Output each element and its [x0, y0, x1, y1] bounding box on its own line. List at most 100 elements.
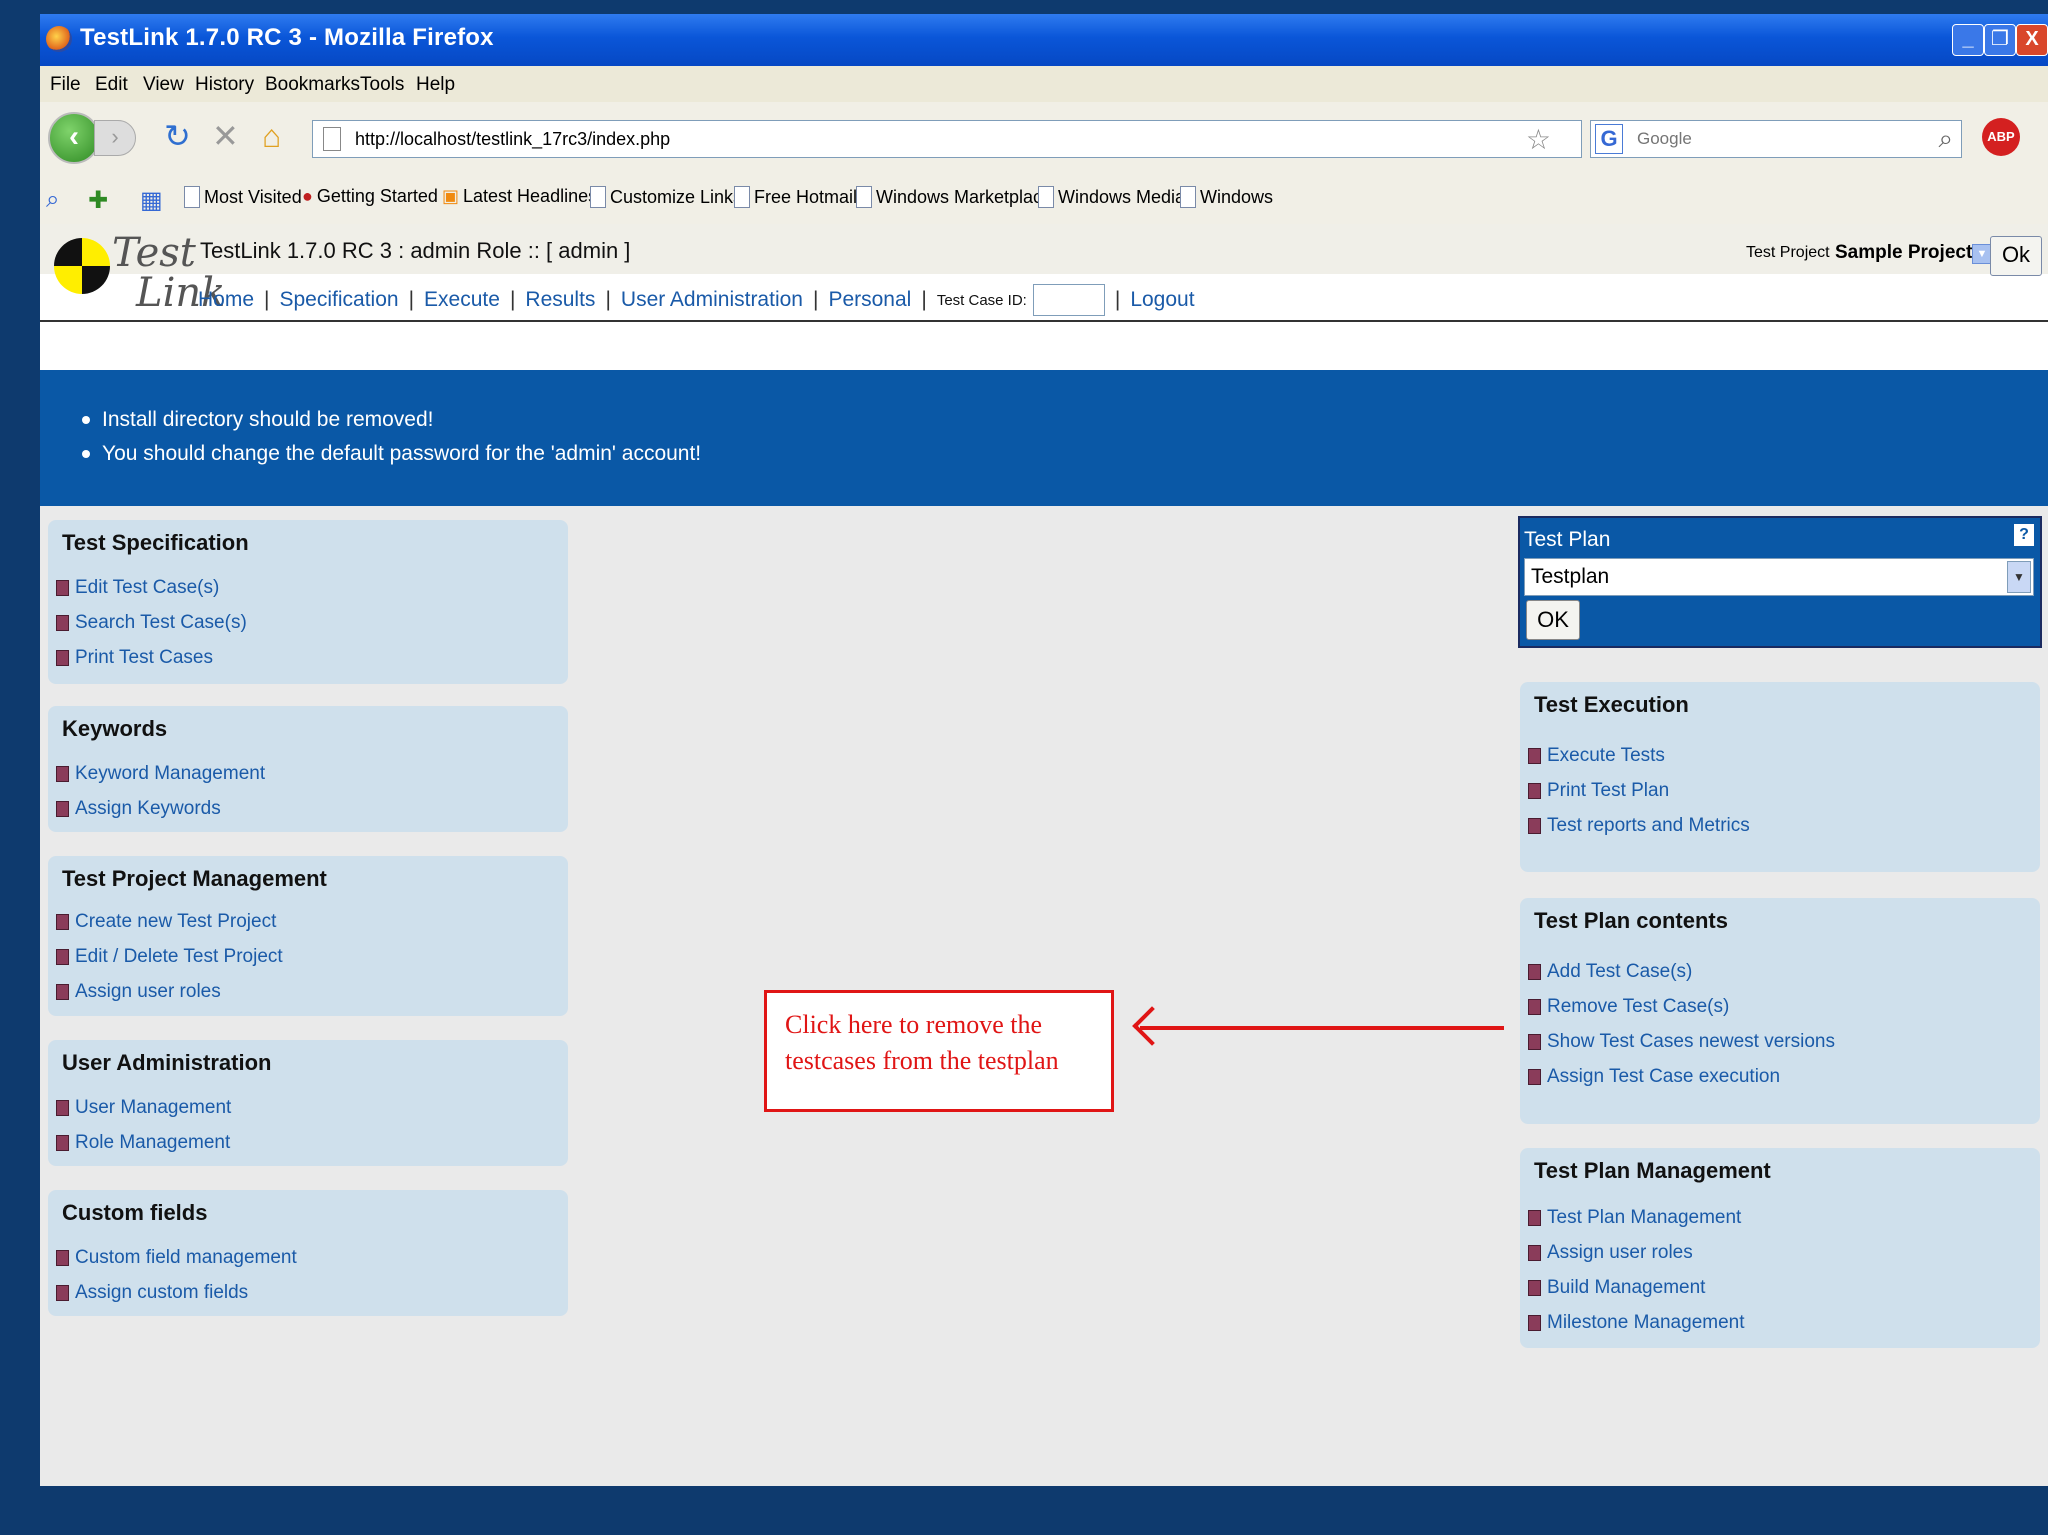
- testcase-id-label: Test Case ID:: [936, 291, 1027, 309]
- link-assign-test-case-execution[interactable]: Assign Test Case execution: [1528, 1059, 1835, 1094]
- link-assign-user-roles-plan[interactable]: Assign user roles: [1528, 1235, 1745, 1270]
- bookmark-getting-started[interactable]: ● Getting Started: [302, 186, 438, 207]
- link-test-plan-management[interactable]: Test Plan Management: [1528, 1200, 1745, 1235]
- nav-separator: |: [408, 288, 415, 311]
- callout-line-2: testcases from the testplan: [785, 1046, 1059, 1075]
- add-bookmark-icon[interactable]: ✚: [88, 186, 108, 215]
- main-nav: Home | Specification | Execute | Results | U…: [198, 284, 1195, 316]
- link-add-test-cases[interactable]: Add Test Case(s): [1528, 954, 1835, 989]
- stop-icon[interactable]: ✕: [212, 118, 239, 154]
- google-icon[interactable]: G: [1595, 124, 1623, 154]
- link-keyword-management[interactable]: Keyword Management: [56, 756, 265, 791]
- back-icon[interactable]: ‹: [48, 112, 100, 164]
- link-show-newest-versions[interactable]: Show Test Cases newest versions: [1528, 1024, 1835, 1059]
- panel-title: Custom fields: [62, 1200, 208, 1225]
- bookmark-latest-headlines[interactable]: ▣ Latest Headlines: [442, 186, 597, 207]
- search-bar: G ⌕: [1590, 120, 1962, 158]
- firefox-icon: [46, 26, 72, 52]
- bookmark-windows-marketplace[interactable]: Windows Marketplace: [856, 186, 1052, 208]
- link-edit-test-cases[interactable]: Edit Test Case(s): [56, 570, 247, 605]
- menu-view[interactable]: View: [143, 74, 184, 96]
- bookmark-windows-media[interactable]: Windows Media: [1038, 186, 1185, 208]
- forward-icon[interactable]: ›: [94, 120, 136, 156]
- menu-history[interactable]: History: [195, 74, 254, 96]
- link-search-test-cases[interactable]: Search Test Case(s): [56, 605, 247, 640]
- bookmark-windows[interactable]: Windows: [1180, 186, 1273, 208]
- bullet-icon: [1528, 1209, 1541, 1226]
- bullet-icon: [1528, 963, 1541, 980]
- bullet-icon: [56, 614, 69, 631]
- nav-home[interactable]: Home: [198, 288, 254, 312]
- nav-separator: |: [921, 288, 927, 311]
- reload-icon[interactable]: ↻: [164, 118, 191, 154]
- test-plan-ok-button[interactable]: OK: [1526, 600, 1580, 640]
- menu-edit[interactable]: Edit: [95, 74, 128, 96]
- minimize-button[interactable]: _: [1952, 24, 1984, 56]
- link-user-management[interactable]: User Management: [56, 1090, 231, 1125]
- link-test-reports-metrics[interactable]: Test reports and Metrics: [1528, 808, 1750, 843]
- link-build-management[interactable]: Build Management: [1528, 1270, 1745, 1305]
- testlink-header: Test Link TestLink 1.7.0 RC 3 : admin Ro…: [40, 224, 2048, 322]
- link-role-management[interactable]: Role Management: [56, 1125, 231, 1160]
- chevron-down-icon[interactable]: ▼: [2007, 561, 2031, 593]
- panel-title: Keywords: [62, 716, 168, 741]
- bullet-icon: [56, 948, 69, 965]
- link-custom-field-management[interactable]: Custom field management: [56, 1240, 297, 1275]
- calendar-icon[interactable]: ▦: [140, 186, 163, 215]
- nav-separator: |: [812, 288, 819, 311]
- page-icon: [856, 186, 872, 208]
- bookmark-free-hotmail[interactable]: Free Hotmail: [734, 186, 857, 208]
- testlink-logo-icon: [54, 238, 110, 294]
- project-ok-button[interactable]: Ok: [1990, 236, 2042, 276]
- menu-file[interactable]: File: [50, 74, 81, 96]
- firefox-mini-icon: ●: [302, 186, 313, 206]
- bookmark-most-visited[interactable]: Most Visited: [184, 186, 302, 208]
- adblock-icon[interactable]: ABP: [1982, 118, 2020, 156]
- nav-user-administration[interactable]: User Administration: [621, 288, 803, 312]
- test-project-select[interactable]: Sample Project: [1835, 242, 1972, 264]
- nav-personal[interactable]: Personal: [828, 288, 911, 312]
- nav-logout[interactable]: Logout: [1130, 288, 1194, 312]
- link-milestone-management[interactable]: Milestone Management: [1528, 1305, 1745, 1340]
- bullet-icon: [1528, 817, 1541, 834]
- home-icon[interactable]: ⌂: [262, 118, 281, 154]
- maximize-button[interactable]: ❐: [1984, 24, 2016, 56]
- bookmark-star-icon[interactable]: ☆: [1526, 123, 1551, 156]
- address-bar[interactable]: http://localhost/testlink_17rc3/index.ph…: [312, 120, 1582, 158]
- testcase-id-input[interactable]: [1032, 284, 1105, 316]
- test-plan-select[interactable]: Testplan ▼: [1524, 558, 2034, 596]
- link-execute-tests[interactable]: Execute Tests: [1528, 738, 1750, 773]
- help-icon[interactable]: ?: [2014, 524, 2034, 546]
- find-icon[interactable]: ⌕: [46, 186, 59, 214]
- warning-item: You should change the default password f…: [82, 442, 701, 466]
- bullet-icon: [56, 913, 69, 930]
- search-input[interactable]: [1635, 126, 1919, 152]
- page-icon: [184, 186, 200, 208]
- magnifier-icon[interactable]: ⌕: [1938, 123, 1953, 155]
- nav-execute[interactable]: Execute: [424, 288, 500, 312]
- menu-help[interactable]: Help: [416, 74, 455, 96]
- link-print-test-cases[interactable]: Print Test Cases: [56, 640, 247, 675]
- nav-results[interactable]: Results: [525, 288, 595, 312]
- page-icon: [323, 127, 341, 151]
- page-title: TestLink 1.7.0 RC 3 : admin Role :: [ ad…: [200, 238, 631, 263]
- close-button[interactable]: X: [2016, 24, 2048, 56]
- link-assign-custom-fields[interactable]: Assign custom fields: [56, 1275, 297, 1310]
- annotation-arrow: [1140, 1026, 1504, 1030]
- link-create-test-project[interactable]: Create new Test Project: [56, 904, 283, 939]
- menu-bookmarks[interactable]: Bookmarks: [265, 74, 360, 96]
- bookmark-customize-links[interactable]: Customize Links: [590, 186, 742, 208]
- link-edit-delete-test-project[interactable]: Edit / Delete Test Project: [56, 939, 283, 974]
- nav-specification[interactable]: Specification: [280, 288, 399, 312]
- link-print-test-plan[interactable]: Print Test Plan: [1528, 773, 1750, 808]
- panel-title: Test Plan contents: [1534, 908, 1728, 933]
- annotation-arrowhead-icon: [1132, 1006, 1172, 1046]
- chevron-down-icon[interactable]: ▼: [1972, 244, 1992, 264]
- menu-tools[interactable]: Tools: [360, 74, 404, 96]
- page-icon: [1038, 186, 1054, 208]
- link-assign-keywords[interactable]: Assign Keywords: [56, 791, 265, 826]
- bullet-icon: [1528, 1244, 1541, 1261]
- main-content: Test Specification Edit Test Case(s) Sea…: [40, 506, 2048, 1486]
- link-remove-test-cases[interactable]: Remove Test Case(s): [1528, 989, 1835, 1024]
- link-assign-user-roles[interactable]: Assign user roles: [56, 974, 283, 1009]
